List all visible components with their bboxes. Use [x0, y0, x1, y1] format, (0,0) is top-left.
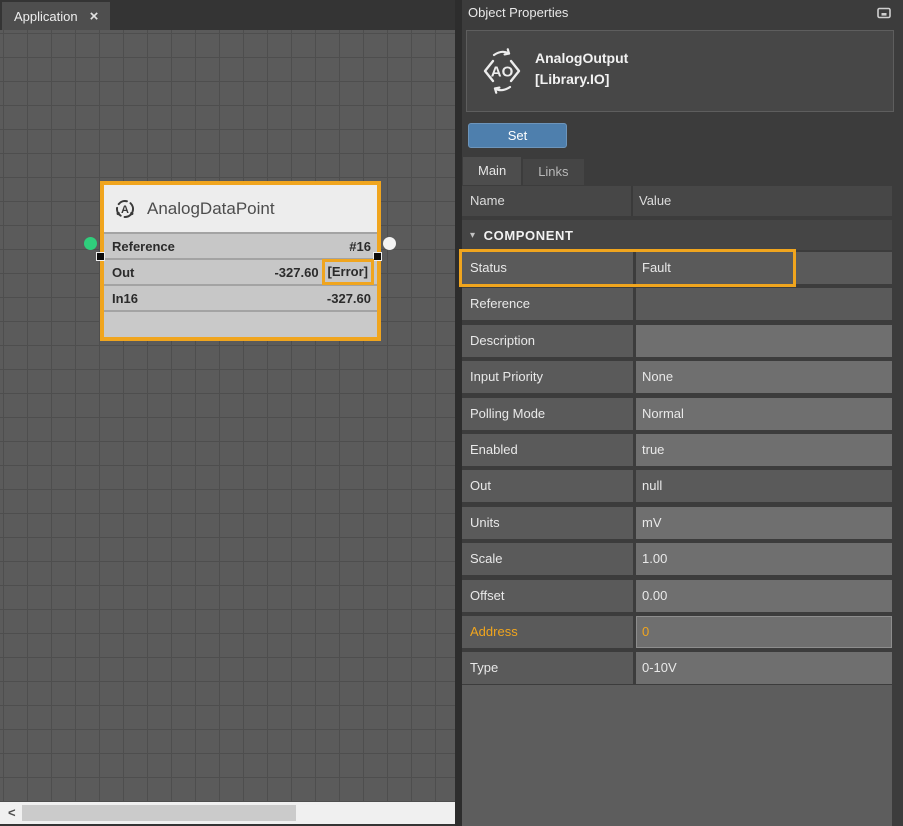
component-section-header[interactable]: ▾ COMPONENT	[462, 220, 892, 250]
analog-output-icon: AO	[479, 48, 525, 94]
dock-window-icon[interactable]	[877, 7, 891, 19]
node-row-name: In16	[112, 291, 138, 306]
property-row: Scale 1.00	[462, 543, 892, 575]
value-column-header: Value	[633, 186, 892, 216]
property-value[interactable]: None	[636, 361, 892, 393]
property-value[interactable]: null	[636, 470, 892, 502]
property-name: Units	[462, 507, 633, 539]
table-header: Name Value	[462, 186, 892, 216]
property-value[interactable]: Fault	[636, 252, 892, 284]
properties-tabs: Main Links	[463, 157, 584, 185]
scrollbar-thumb[interactable]	[22, 805, 296, 821]
property-value[interactable]: 1.00	[636, 543, 892, 575]
property-row: Enabled true	[462, 434, 892, 466]
scroll-left-icon[interactable]: <	[8, 802, 16, 824]
property-value[interactable]: true	[636, 434, 892, 466]
property-name: Scale	[462, 543, 633, 575]
collapse-icon[interactable]: ▾	[470, 230, 476, 241]
node-analogdatapoint[interactable]: A AnalogDataPoint Reference #16 Out -327…	[100, 181, 381, 341]
node-row-name: Out	[112, 265, 134, 280]
properties-tab-label: Main	[478, 163, 506, 178]
property-name: Out	[462, 470, 633, 502]
node-row-value: -327.60	[274, 265, 318, 280]
node-row: In16 -327.60	[104, 286, 377, 310]
resize-handle-right[interactable]	[373, 252, 382, 261]
property-table: Status Fault Reference Description Input…	[462, 252, 892, 684]
input-port[interactable]	[84, 237, 97, 250]
close-icon[interactable]: ×	[90, 9, 99, 24]
set-button[interactable]: Set	[468, 123, 567, 148]
svg-text:A: A	[121, 204, 129, 216]
app-window: Application × A AnalogDataPoint R	[0, 0, 903, 826]
object-header: AO AnalogOutput [Library.IO]	[466, 30, 894, 112]
output-port[interactable]	[383, 237, 396, 250]
property-row: Address 0	[462, 616, 892, 648]
resize-handle-left[interactable]	[96, 252, 105, 261]
node-title: AnalogDataPoint	[147, 199, 275, 219]
name-column-header: Name	[462, 186, 633, 216]
properties-tab-label: Links	[538, 164, 568, 179]
diagram-pane: Application × A AnalogDataPoint R	[0, 0, 455, 826]
property-value[interactable]: 0.00	[636, 580, 892, 612]
node-row: Reference #16	[104, 234, 377, 258]
property-value[interactable]	[636, 288, 892, 320]
property-row: Description	[462, 325, 892, 357]
node-row-value: #16	[349, 239, 371, 254]
property-value[interactable]: 0	[636, 616, 892, 648]
object-name: AnalogOutput	[535, 50, 628, 66]
property-row: Status Fault	[462, 252, 892, 284]
node-row-name: Reference	[112, 239, 175, 254]
property-row: Units mV	[462, 507, 892, 539]
property-name: Type	[462, 652, 633, 684]
svg-text:AO: AO	[491, 64, 514, 81]
property-name: Description	[462, 325, 633, 357]
property-value[interactable]	[636, 325, 892, 357]
property-name: Input Priority	[462, 361, 633, 393]
diagram-canvas[interactable]: A AnalogDataPoint Reference #16 Out -327…	[0, 30, 455, 802]
property-name: Polling Mode	[462, 398, 633, 430]
section-label: COMPONENT	[484, 228, 574, 243]
node-row: Out -327.60 [Error]	[104, 260, 377, 284]
property-name: Enabled	[462, 434, 633, 466]
property-row: Type 0-10V	[462, 652, 892, 684]
property-row: Input Priority None	[462, 361, 892, 393]
tab-application[interactable]: Application ×	[2, 2, 110, 30]
panel-title: Object Properties	[468, 5, 568, 20]
property-name: Offset	[462, 580, 633, 612]
tab-label: Application	[14, 9, 78, 24]
horizontal-scrollbar[interactable]: <	[0, 802, 455, 824]
object-library: [Library.IO]	[535, 71, 609, 87]
property-row: Reference	[462, 288, 892, 320]
error-badge: [Error]	[322, 259, 374, 285]
property-row: Out null	[462, 470, 892, 502]
node-row-value: -327.60	[327, 291, 371, 306]
property-name: Reference	[462, 288, 633, 320]
tab-bar: Application ×	[0, 0, 455, 30]
object-properties-panel: Object Properties AO AnalogOutput [Libra…	[462, 0, 903, 826]
properties-tab[interactable]: Main	[463, 157, 521, 185]
property-value[interactable]: 0-10V	[636, 652, 892, 684]
analog-point-icon: A	[114, 198, 136, 220]
table-empty-area	[462, 685, 892, 826]
property-row: Offset 0.00	[462, 580, 892, 612]
property-row: Polling Mode Normal	[462, 398, 892, 430]
property-name: Status	[462, 252, 633, 284]
node-header: A AnalogDataPoint	[104, 185, 377, 232]
property-value[interactable]: Normal	[636, 398, 892, 430]
properties-tab[interactable]: Links	[523, 159, 583, 185]
node-footer	[104, 312, 377, 337]
property-value[interactable]: mV	[636, 507, 892, 539]
property-name: Address	[462, 616, 633, 648]
